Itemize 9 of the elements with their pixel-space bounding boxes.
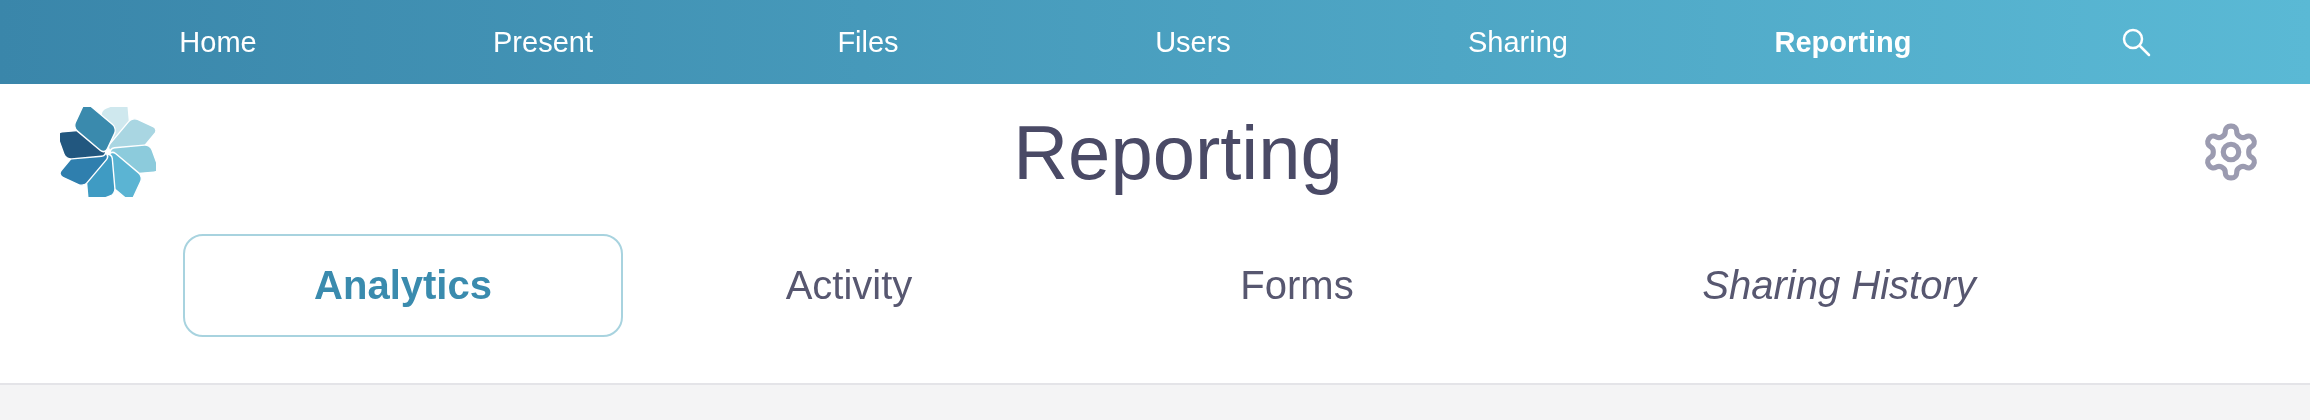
page-title: Reporting	[1013, 108, 1343, 196]
nav-link[interactable]: Home	[68, 25, 368, 59]
logo-icon	[60, 107, 156, 197]
tab[interactable]: Analytics	[183, 234, 623, 337]
nav-link[interactable]: Sharing	[1368, 25, 1668, 59]
nav-link[interactable]: Reporting	[1693, 25, 1993, 59]
nav-link[interactable]: Files	[718, 25, 1018, 59]
nav-link[interactable]: Users	[1043, 25, 1343, 59]
nav-link[interactable]: Present	[393, 25, 693, 59]
